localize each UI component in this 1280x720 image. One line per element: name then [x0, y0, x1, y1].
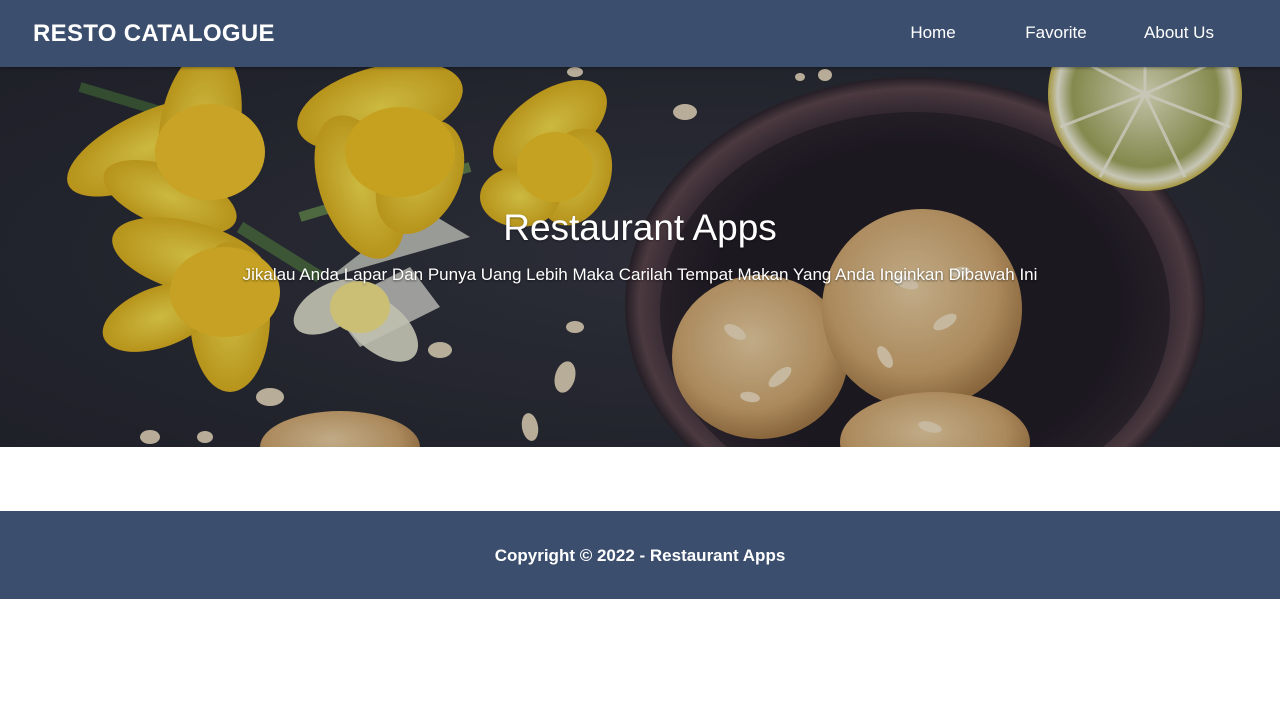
main-content [0, 447, 1280, 511]
nav-menu: Home Favorite About Us [0, 0, 1280, 67]
nav-link-home[interactable]: Home [878, 23, 988, 43]
hero-subtitle: Jikalau Anda Lapar Dan Punya Uang Lebih … [242, 265, 1038, 284]
hero-banner: Restaurant Apps Jikalau Anda Lapar Dan P… [0, 67, 1280, 447]
nav-link-favorite[interactable]: Favorite [1001, 23, 1111, 43]
hero-overlay [0, 67, 1280, 447]
hero-title: Restaurant Apps [503, 207, 777, 248]
footer: Copyright © 2022 - Restaurant Apps [0, 511, 1280, 599]
nav-link-about-us[interactable]: About Us [1124, 23, 1234, 43]
footer-copyright: Copyright © 2022 - Restaurant Apps [494, 546, 786, 565]
navbar: RESTO CATALOGUE Home Favorite About Us [0, 0, 1280, 67]
